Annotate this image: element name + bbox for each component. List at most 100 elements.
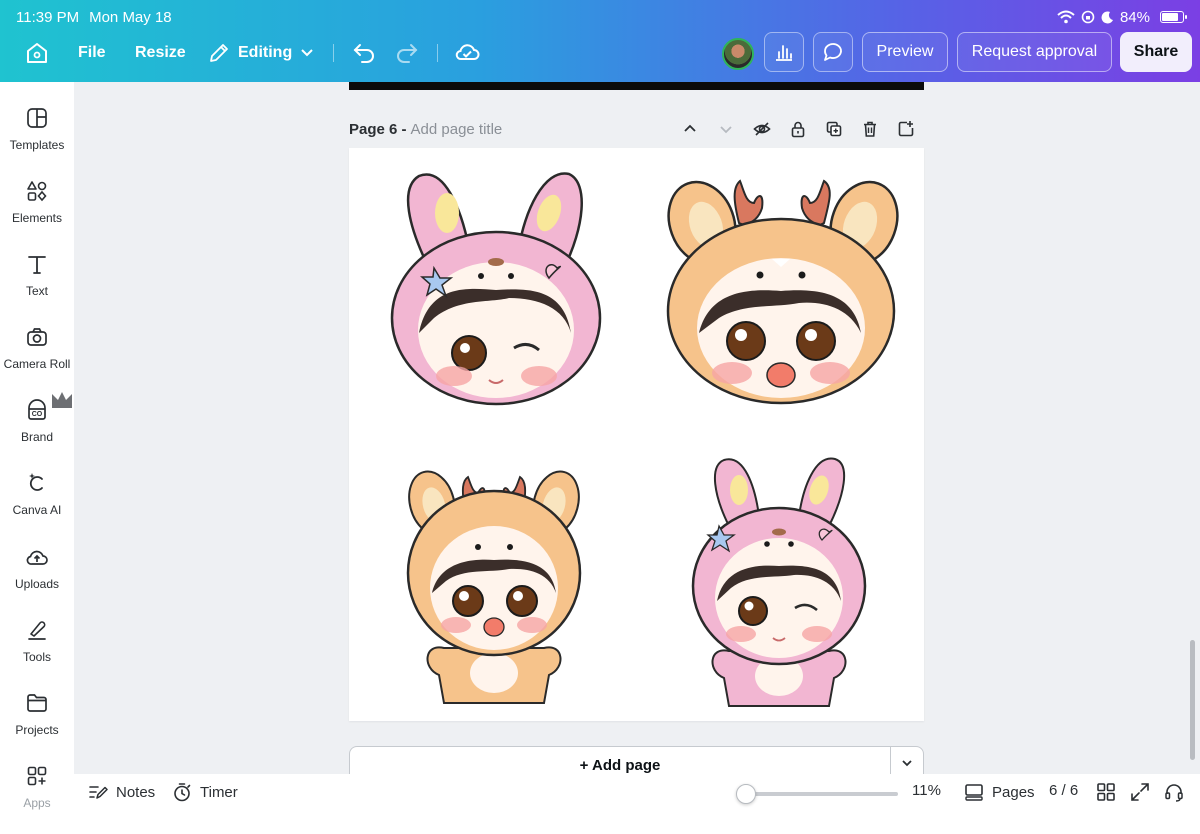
- orientation-lock-icon: [1081, 10, 1095, 24]
- sidebar-item-label: Tools: [22, 650, 51, 664]
- sidebar-item-brand[interactable]: CO Brand: [0, 392, 74, 458]
- comment-icon: [824, 43, 842, 61]
- sidebar-item-tools[interactable]: Tools: [0, 618, 74, 678]
- sidebar-item-label: Canva AI: [12, 503, 62, 517]
- upload-icon: [26, 550, 48, 565]
- delete-page-button[interactable]: [852, 118, 888, 140]
- editing-mode-dropdown[interactable]: Editing: [208, 40, 314, 66]
- file-menu-button[interactable]: File: [78, 44, 106, 62]
- timer-icon: [174, 783, 191, 802]
- comments-button[interactable]: [813, 32, 853, 72]
- pink-bunny-head-sticker[interactable]: [389, 168, 604, 408]
- page-actions: [672, 118, 924, 140]
- preview-button[interactable]: Preview: [862, 32, 948, 72]
- sidebar-item-label: Text: [25, 284, 48, 298]
- templates-icon: [27, 108, 47, 128]
- toolbar-divider: [333, 44, 334, 62]
- duplicate-page-button[interactable]: [816, 118, 852, 140]
- battery-fill: [1162, 13, 1178, 21]
- chevron-up-icon: [684, 124, 696, 132]
- toolbar-divider: [437, 44, 438, 62]
- tools-icon: [28, 621, 46, 640]
- page-title-input[interactable]: Add page title: [411, 121, 503, 138]
- page-counter: 6 / 6: [1049, 782, 1078, 799]
- hide-page-button[interactable]: [744, 118, 780, 140]
- top-bar: 11:39 PM Mon May 18 84% File Resize Edit…: [0, 0, 1200, 82]
- request-approval-button[interactable]: Request approval: [957, 32, 1112, 72]
- sidebar-item-apps[interactable]: Apps: [0, 764, 74, 824]
- sidebar-item-label: Elements: [11, 211, 63, 225]
- brand-icon: CO: [28, 399, 46, 420]
- bar-chart-icon: [776, 45, 792, 61]
- page-label: Page 6 -: [349, 120, 407, 138]
- orange-deer-body-sticker[interactable]: [404, 463, 584, 713]
- apps-icon: [27, 766, 47, 786]
- editing-label: Editing: [238, 44, 293, 61]
- sidebar-item-label: Uploads: [14, 577, 60, 591]
- sidebar-item-label: Projects: [15, 723, 59, 737]
- redo-icon[interactable]: [395, 40, 419, 64]
- design-page[interactable]: [349, 148, 924, 721]
- notes-button[interactable]: Notes: [88, 782, 155, 802]
- crown-icon: [52, 392, 72, 408]
- sidebar-item-label: Camera Roll: [3, 357, 71, 371]
- resize-button[interactable]: Resize: [135, 44, 186, 62]
- svg-text:CO: CO: [32, 411, 43, 418]
- share-button[interactable]: Share: [1120, 32, 1192, 72]
- pages-icon: [965, 784, 983, 801]
- zoom-slider-handle[interactable]: [736, 784, 756, 804]
- elements-icon: [27, 181, 47, 202]
- lock-page-button[interactable]: [780, 118, 816, 140]
- add-page-after-button[interactable]: [888, 118, 924, 140]
- chevron-down-icon: [720, 126, 732, 134]
- bottom-bar: Notes Timer 11% Pages 6 / 6: [74, 774, 1200, 834]
- status-time: 11:39 PM: [16, 8, 80, 26]
- move-page-down-button[interactable]: [708, 118, 744, 140]
- sidebar-item-label: Apps: [23, 796, 51, 810]
- page-header: Page 6 - Add page title: [349, 118, 924, 140]
- trash-icon: [864, 121, 876, 137]
- cloud-saved-icon[interactable]: [454, 40, 480, 64]
- orange-deer-head-sticker[interactable]: [664, 163, 899, 408]
- notes-label: Notes: [116, 783, 156, 801]
- sidebar-item-camera-roll[interactable]: Camera Roll: [0, 325, 74, 385]
- move-page-up-button[interactable]: [672, 118, 708, 140]
- pink-bunny-body-sticker[interactable]: [689, 456, 869, 714]
- grid-view-button[interactable]: [1096, 782, 1116, 802]
- previous-page-edge[interactable]: [349, 82, 924, 90]
- folder-icon: [27, 694, 47, 712]
- grid-icon: [1097, 783, 1115, 801]
- battery-percent: 84%: [1119, 8, 1150, 26]
- pages-label: Pages: [992, 783, 1035, 801]
- add-page-icon: [898, 121, 914, 137]
- zoom-level[interactable]: 11%: [912, 782, 941, 799]
- sidebar-item-canva-ai[interactable]: Canva AI: [0, 471, 74, 531]
- help-button[interactable]: [1164, 782, 1184, 802]
- expand-icon: [1131, 783, 1149, 801]
- chevron-down-icon: [301, 49, 313, 57]
- text-icon: [28, 256, 46, 274]
- wifi-icon: [1057, 10, 1075, 24]
- timer-label: Timer: [200, 783, 238, 801]
- zoom-slider[interactable]: [736, 784, 898, 804]
- fullscreen-button[interactable]: [1130, 782, 1150, 802]
- sidebar-item-projects[interactable]: Projects: [0, 691, 74, 751]
- notes-icon: [89, 786, 108, 799]
- status-right: 84%: [1057, 8, 1187, 26]
- status-date: Mon May 18: [89, 8, 172, 26]
- sidebar-item-uploads[interactable]: Uploads: [0, 545, 74, 605]
- page-count: 6 / 6: [1049, 782, 1079, 799]
- canvas-scrollbar[interactable]: [1190, 640, 1195, 760]
- home-icon[interactable]: [24, 40, 50, 66]
- editor-toolbar: File Resize Editing Preview Request appr…: [0, 32, 1200, 74]
- sidebar-item-elements[interactable]: Elements: [0, 179, 74, 239]
- sidebar-item-templates[interactable]: Templates: [0, 106, 74, 166]
- pages-button[interactable]: Pages: [964, 782, 1035, 802]
- undo-icon[interactable]: [352, 40, 376, 64]
- sidebar-item-label: Templates: [9, 138, 65, 152]
- sidebar-item-label: Brand: [20, 430, 54, 444]
- timer-button[interactable]: Timer: [172, 782, 238, 802]
- avatar[interactable]: [722, 38, 754, 70]
- sidebar-item-text[interactable]: Text: [0, 252, 74, 312]
- insights-button[interactable]: [764, 32, 804, 72]
